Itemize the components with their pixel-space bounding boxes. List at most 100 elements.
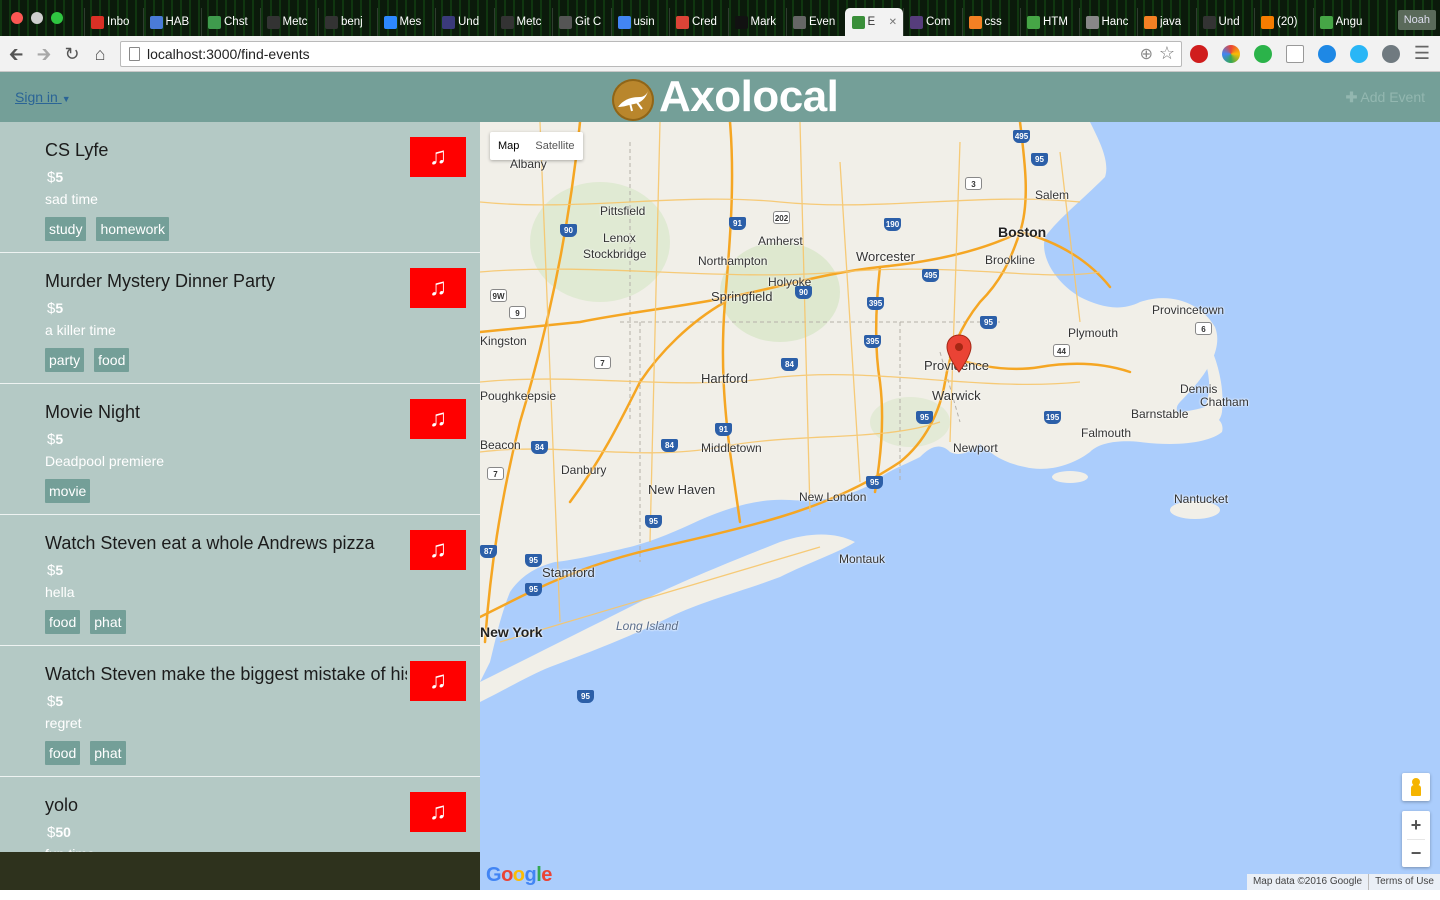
- event-title[interactable]: Movie Night: [45, 402, 407, 423]
- browser-tab[interactable]: Metc: [493, 8, 553, 36]
- road-shield-icon: 6: [1195, 322, 1212, 335]
- reload-icon[interactable]: ↻: [62, 44, 82, 64]
- browser-tab[interactable]: Even: [786, 8, 845, 36]
- tab-title: Mark: [750, 16, 777, 28]
- extension-leaf-icon[interactable]: [1254, 45, 1272, 63]
- browser-tab[interactable]: HTM: [1020, 8, 1079, 36]
- event-title[interactable]: Watch Steven eat a whole Andrews pizza: [45, 533, 407, 554]
- event-item[interactable]: Murder Mystery Dinner Party $5 a killer ti…: [0, 253, 480, 384]
- map-place-label: Stockbridge: [583, 247, 647, 261]
- browser-tab[interactable]: Cred: [669, 8, 728, 36]
- music-note-button[interactable]: ♫: [410, 137, 466, 177]
- extension-dial-icon[interactable]: [1318, 45, 1336, 63]
- browser-tab[interactable]: E ✕: [844, 8, 903, 36]
- event-item[interactable]: Watch Steven eat a whole Andrews pizza $5…: [0, 515, 480, 646]
- event-title[interactable]: CS Lyfe: [45, 140, 407, 161]
- window-close-button[interactable]: [11, 12, 23, 24]
- event-tag[interactable]: movie: [45, 479, 91, 503]
- event-item[interactable]: Movie Night $5 Deadpool premiere movie ♫: [0, 384, 480, 515]
- tab-title: Hanc: [1101, 16, 1129, 28]
- event-tag[interactable]: homework: [96, 217, 170, 241]
- music-note-button[interactable]: ♫: [410, 399, 466, 439]
- window-minimize-button[interactable]: [31, 12, 43, 24]
- event-title[interactable]: Murder Mystery Dinner Party: [45, 271, 407, 292]
- plus-icon: ✚: [1345, 89, 1358, 105]
- zoom-in-button[interactable]: +: [1402, 811, 1430, 839]
- browser-tab[interactable]: Und: [435, 8, 494, 36]
- event-tag[interactable]: phat: [90, 741, 126, 765]
- extension-color-picker-icon[interactable]: [1222, 45, 1240, 63]
- map-type-satellite-button[interactable]: Satellite: [527, 132, 582, 160]
- address-bar[interactable]: localhost:3000/find-events ⊕ ☆: [120, 41, 1182, 67]
- extension-pocket-icon[interactable]: [1382, 45, 1400, 63]
- map-marker-icon[interactable]: [946, 334, 972, 374]
- url-text[interactable]: localhost:3000/find-events: [147, 46, 310, 62]
- map-type-map-button[interactable]: Map: [490, 132, 527, 160]
- browser-tab[interactable]: Mes: [376, 8, 436, 36]
- music-note-button[interactable]: ♫: [410, 530, 466, 570]
- browser-tab[interactable]: HAB: [142, 8, 202, 36]
- event-title[interactable]: yolo: [45, 795, 407, 816]
- map-place-label: Amherst: [758, 234, 803, 248]
- browser-menu-icon[interactable]: ☰: [1414, 43, 1430, 64]
- browser-tab[interactable]: Com: [903, 8, 962, 36]
- music-note-button[interactable]: ♫: [410, 661, 466, 701]
- map-place-label: Brookline: [985, 253, 1036, 267]
- browser-tab[interactable]: Inbo: [84, 8, 143, 36]
- tab-title: Cred: [692, 16, 717, 28]
- forward-icon[interactable]: 🡲: [34, 44, 54, 64]
- browser-tab[interactable]: css: [961, 8, 1021, 36]
- browser-tab[interactable]: benj: [318, 8, 377, 36]
- tab-title: HAB: [165, 16, 190, 28]
- browser-tab[interactable]: Metc: [259, 8, 319, 36]
- browser-tab[interactable]: Git C: [552, 8, 611, 36]
- map[interactable]: Map Satellite Boston Salem Brookline Worces…: [480, 122, 1440, 890]
- add-event-button[interactable]: ✚ Add Event: [1346, 89, 1425, 106]
- event-price-value: 5: [55, 431, 64, 447]
- extension-adblock-icon[interactable]: [1190, 45, 1208, 63]
- road-shield-icon: 9W: [490, 289, 507, 302]
- music-note-button[interactable]: ♫: [410, 792, 466, 832]
- tab-title: Git C: [575, 16, 602, 28]
- event-tag[interactable]: phat: [90, 610, 126, 634]
- music-note-button[interactable]: ♫: [410, 268, 466, 308]
- browser-tab[interactable]: usin: [610, 8, 670, 36]
- event-tags: party food: [45, 348, 130, 372]
- sidebar-footer: [0, 852, 480, 890]
- window-maximize-button[interactable]: [51, 12, 63, 24]
- event-tags: food phat: [45, 741, 126, 765]
- event-item[interactable]: yolo$50fun time♫: [0, 777, 480, 852]
- location-target-icon[interactable]: ⊕: [1140, 44, 1153, 64]
- event-tag[interactable]: food: [45, 610, 81, 634]
- event-item[interactable]: Watch Steven make the biggest mistake of…: [0, 646, 480, 777]
- bookmark-star-icon[interactable]: ☆: [1159, 43, 1175, 64]
- terms-of-use-link[interactable]: Terms of Use: [1369, 874, 1440, 890]
- event-tag[interactable]: food: [45, 741, 81, 765]
- street-view-pegman-icon[interactable]: [1402, 773, 1430, 801]
- google-logo[interactable]: Google: [486, 864, 552, 887]
- brand-title[interactable]: Axolocal: [659, 72, 839, 122]
- event-tag[interactable]: food: [94, 348, 130, 372]
- event-title[interactable]: Watch Steven make the biggest mistake of…: [45, 664, 407, 685]
- event-tag[interactable]: study: [45, 217, 87, 241]
- browser-tab[interactable]: java: [1137, 8, 1196, 36]
- home-icon[interactable]: ⌂: [90, 44, 110, 64]
- browser-tab[interactable]: (20): [1254, 8, 1313, 36]
- event-price: $5: [47, 169, 63, 186]
- event-tag[interactable]: party: [45, 348, 85, 372]
- extension-grid-icon[interactable]: [1286, 45, 1304, 63]
- sign-in-link[interactable]: Sign in ▼: [15, 89, 71, 105]
- back-icon[interactable]: 🡰: [6, 44, 26, 64]
- browser-tab[interactable]: Angu: [1312, 8, 1372, 36]
- extension-drop-icon[interactable]: [1350, 45, 1368, 63]
- event-item[interactable]: CS Lyfe $5 sad time study homework ♫: [0, 122, 480, 253]
- tab-close-icon[interactable]: ✕: [889, 17, 897, 28]
- zoom-out-button[interactable]: −: [1402, 839, 1430, 867]
- browser-tab[interactable]: Chst: [201, 8, 260, 36]
- map-place-label: New London: [799, 490, 867, 504]
- browser-tab[interactable]: Hanc: [1078, 8, 1138, 36]
- browser-tab[interactable]: Und: [1195, 8, 1255, 36]
- event-list[interactable]: CS Lyfe $5 sad time study homework ♫ Murder My…: [0, 122, 480, 852]
- profile-button[interactable]: Noah: [1397, 10, 1436, 30]
- browser-tab[interactable]: Mark: [727, 8, 787, 36]
